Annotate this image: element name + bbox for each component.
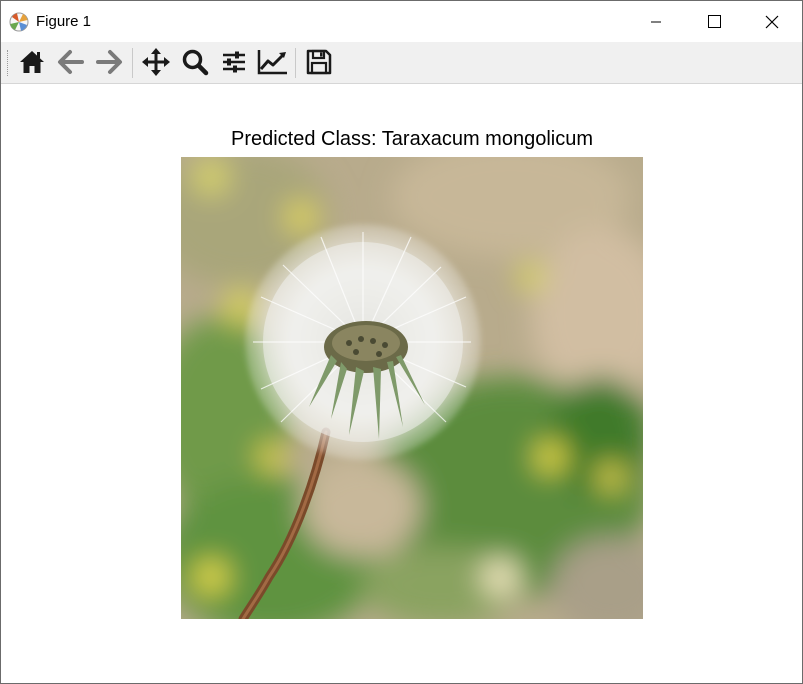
flower-image <box>181 157 643 619</box>
matplotlib-app-icon <box>9 12 29 32</box>
navigation-toolbar <box>1 42 802 84</box>
close-button[interactable] <box>743 1 801 42</box>
minimize-icon <box>651 21 661 22</box>
title-bar[interactable]: Figure 1 <box>1 1 802 42</box>
back-button[interactable] <box>54 45 88 79</box>
maximize-button[interactable] <box>685 1 743 42</box>
toolbar-separator <box>295 48 296 78</box>
save-button[interactable] <box>302 45 336 79</box>
toolbar-grip[interactable] <box>7 50 10 76</box>
floppy-disk-icon <box>306 49 332 75</box>
window-title: Figure 1 <box>36 13 92 30</box>
close-icon <box>765 15 779 28</box>
figure-window: Figure 1 Predicted Class: Taraxacum mong… <box>0 0 803 684</box>
configure-subplots-button[interactable] <box>217 45 251 79</box>
sliders-icon <box>223 51 245 73</box>
forward-button[interactable] <box>92 45 126 79</box>
maximize-icon <box>707 15 721 28</box>
dandelion-photo <box>181 157 643 619</box>
edit-axis-button[interactable] <box>256 45 290 79</box>
arrow-right-icon <box>96 50 122 74</box>
line-chart-icon <box>257 50 287 75</box>
home-icon <box>20 51 44 73</box>
zoom-button[interactable] <box>178 45 212 79</box>
plot-title: Predicted Class: Taraxacum mongolicum <box>230 128 593 150</box>
arrow-left-icon <box>58 50 84 74</box>
figure-canvas[interactable]: Predicted Class: Taraxacum mongolicum <box>1 84 802 683</box>
pan-button[interactable] <box>139 45 173 79</box>
minimize-button[interactable] <box>627 1 685 42</box>
toolbar-separator <box>132 48 133 78</box>
home-button[interactable] <box>15 45 49 79</box>
magnifier-icon <box>182 49 209 76</box>
move-icon <box>142 48 170 76</box>
